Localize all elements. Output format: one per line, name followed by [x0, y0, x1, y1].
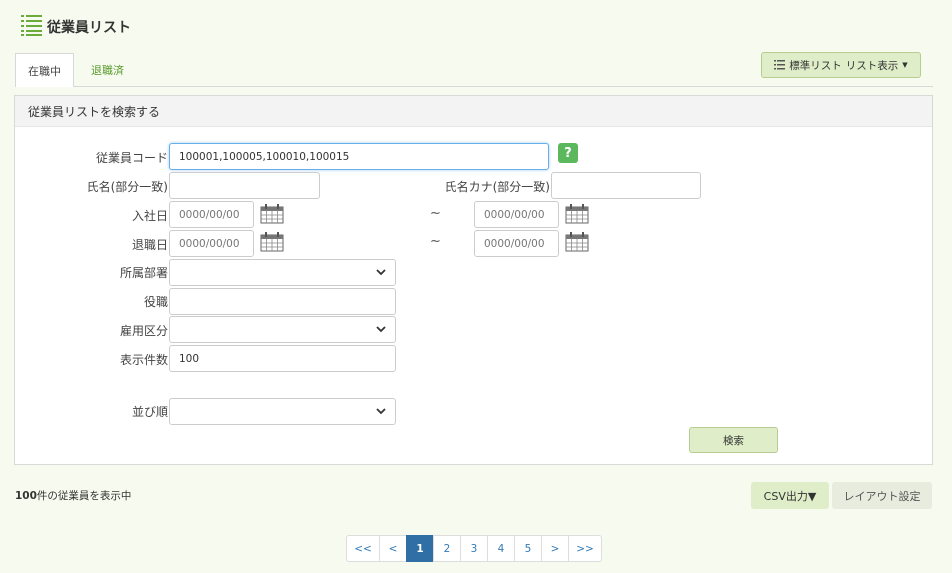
- csv-export-button[interactable]: CSV出力▼: [751, 482, 829, 509]
- employee-code-label: 従業員コード: [95, 151, 168, 165]
- chevron-down-icon: [376, 269, 386, 276]
- page-last-button[interactable]: >>: [568, 535, 602, 562]
- name-kana-label: 氏名カナ(部分一致): [444, 180, 550, 194]
- retire-date-range-separator: ~: [430, 234, 441, 249]
- name-input[interactable]: [169, 172, 320, 199]
- position-input[interactable]: [169, 288, 396, 315]
- hire-date-to-input[interactable]: 0000/00/00: [474, 201, 559, 228]
- chevron-down-icon: [376, 408, 386, 415]
- pagination: << < 1 2 3 4 5 > >>: [346, 535, 602, 562]
- result-count-text: 件の従業員を表示中: [36, 490, 132, 502]
- retire-date-label: 退職日: [131, 238, 168, 252]
- display-count-label: 表示件数: [119, 353, 168, 367]
- department-label: 所属部署: [119, 266, 168, 280]
- list-icon: [21, 15, 42, 36]
- page-1-button[interactable]: 1: [406, 535, 434, 562]
- display-count-input[interactable]: 100: [169, 345, 396, 372]
- name-kana-input[interactable]: [551, 172, 701, 199]
- page-3-button[interactable]: 3: [460, 535, 488, 562]
- department-select[interactable]: [169, 259, 396, 286]
- page-2-button[interactable]: 2: [433, 535, 461, 562]
- retire-date-from-input[interactable]: 0000/00/00: [169, 230, 254, 257]
- search-button[interactable]: 検索: [689, 427, 778, 453]
- page-prev-button[interactable]: <: [379, 535, 407, 562]
- chevron-down-icon: [376, 326, 386, 333]
- search-panel-title: 従業員リストを検索する: [28, 105, 161, 119]
- result-count-number: 100: [15, 490, 37, 502]
- result-count: 100件の従業員を表示中: [15, 488, 131, 503]
- tabs-divider: [15, 86, 933, 87]
- hire-date-label: 入社日: [131, 209, 168, 223]
- standard-list-label: 標準リスト: [789, 59, 842, 72]
- calendar-icon[interactable]: [565, 204, 589, 224]
- help-button[interactable]: ?: [558, 143, 578, 163]
- page-4-button[interactable]: 4: [487, 535, 515, 562]
- name-label: 氏名(部分一致): [86, 180, 168, 194]
- position-label: 役職: [143, 295, 168, 309]
- standard-list-display-label: リスト表示: [845, 59, 899, 72]
- hire-date-from-input[interactable]: 0000/00/00: [169, 201, 254, 228]
- employment-type-select[interactable]: [169, 316, 396, 343]
- sort-order-select[interactable]: [169, 398, 396, 425]
- caret-down-icon: ▼: [902, 61, 908, 69]
- standard-list-display-button[interactable]: 標準リスト リスト表示 ▼: [761, 52, 921, 78]
- retire-date-to-input[interactable]: 0000/00/00: [474, 230, 559, 257]
- page-first-button[interactable]: <<: [346, 535, 380, 562]
- page-next-button[interactable]: >: [541, 535, 569, 562]
- page-title: 従業員リスト: [47, 20, 131, 36]
- tab-active-employees[interactable]: 在職中: [15, 53, 74, 87]
- employee-code-input[interactable]: 100001,100005,100010,100015: [169, 143, 549, 170]
- calendar-icon[interactable]: [260, 204, 284, 224]
- list-icon: [774, 60, 786, 70]
- layout-settings-button[interactable]: レイアウト設定: [832, 482, 932, 509]
- employment-type-label: 雇用区分: [119, 324, 168, 338]
- calendar-icon[interactable]: [565, 232, 589, 252]
- hire-date-range-separator: ~: [430, 206, 441, 221]
- tab-retired-employees[interactable]: 退職済: [80, 53, 135, 86]
- sort-order-label: 並び順: [131, 405, 168, 419]
- calendar-icon[interactable]: [260, 232, 284, 252]
- page-5-button[interactable]: 5: [514, 535, 542, 562]
